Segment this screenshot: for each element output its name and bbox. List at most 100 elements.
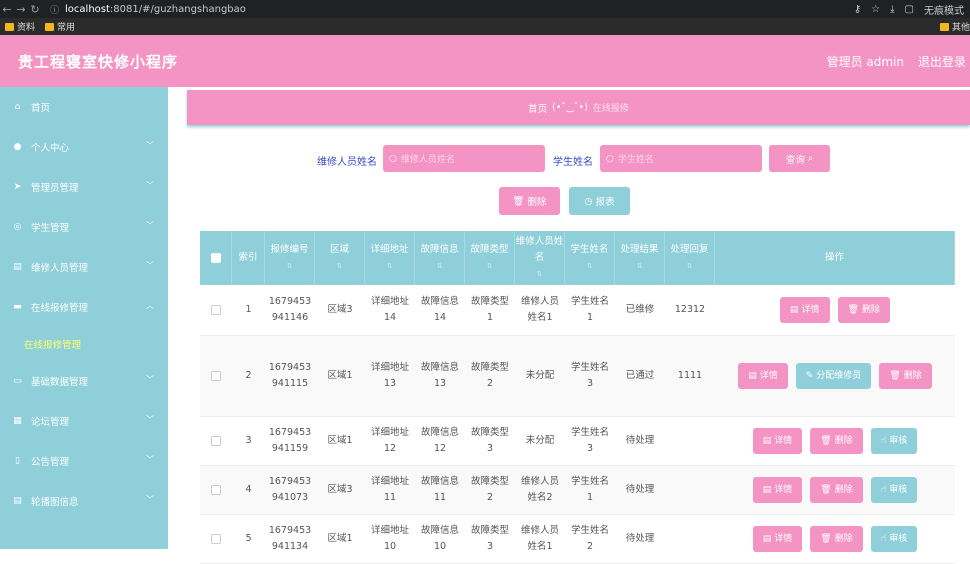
audit-button[interactable]: ☝ 审核 xyxy=(870,428,918,454)
sidebar-item-label: 基础数据管理 xyxy=(31,377,89,388)
row-checkbox[interactable] xyxy=(200,515,232,563)
reload-icon[interactable]: ↻ xyxy=(28,3,42,16)
cell-repairer: 维修人员姓名2 xyxy=(520,476,559,503)
student-name-input[interactable]: ○ 学生姓名 xyxy=(600,145,762,172)
detail-button[interactable]: ▤ 详情 xyxy=(752,477,803,503)
batch-delete-button[interactable]: 🗑 删除 xyxy=(499,187,560,215)
url-host: localhost xyxy=(65,3,110,15)
column-header[interactable]: 处理回复 ⇅ xyxy=(665,231,715,285)
url-path: :8081/#/guzhangshangbao xyxy=(109,3,246,15)
action-label: 详情 xyxy=(774,534,793,544)
detail-icon: ▤ xyxy=(748,371,757,381)
repairer-name-label: 维修人员姓名 xyxy=(317,157,377,168)
row-checkbox[interactable] xyxy=(200,285,232,335)
delete-button[interactable]: 🗑 删除 xyxy=(879,363,932,389)
sidebar-item-8[interactable]: ▯ 公告管理 ﹀ xyxy=(0,441,168,481)
delete-button[interactable]: 🗑 删除 xyxy=(810,428,863,454)
sort-icon: ⇅ xyxy=(286,262,293,270)
sidebar-item-6[interactable]: ▭ 基础数据管理 ﹀ xyxy=(0,361,168,401)
sidebar: ⌂ 首页 ● 个人中心 ﹀ ➤ 管理员管理 ﹀ ◎ 学生管理 ﹀ ▤ 维修人员管理 ﹀ ▬ 在线报修管理 ︿ 在线… xyxy=(0,87,168,549)
address-bar[interactable]: localhost:8081/#/guzhangshangbao xyxy=(65,4,246,15)
column-header-label: 报修编号 xyxy=(270,244,309,255)
sidebar-item-4[interactable]: ▤ 维修人员管理 ﹀ xyxy=(0,247,168,287)
column-header[interactable]: 维修人员姓名 ⇅ xyxy=(515,231,565,285)
search-icon: ○ xyxy=(606,153,614,164)
column-header[interactable]: 区域 ⇅ xyxy=(315,231,365,285)
assign-icon: ✎ xyxy=(805,371,814,381)
breadcrumb-home[interactable]: 首页 xyxy=(528,101,547,115)
column-header[interactable]: 报修编号 ⇅ xyxy=(265,231,315,285)
bookmark-folder-0[interactable]: 资料 xyxy=(17,20,35,33)
action-label: 审核 xyxy=(889,485,908,495)
sort-icon: ⇅ xyxy=(486,262,493,270)
column-header[interactable]: 学生姓名 ⇅ xyxy=(565,231,615,285)
star-icon[interactable]: ☆ xyxy=(871,4,880,15)
audit-button[interactable]: ☝ 审核 xyxy=(870,477,918,503)
cell-info: 故障信息12 xyxy=(420,427,459,454)
column-header[interactable]: 详细地址 ⇅ xyxy=(365,231,415,285)
cell-student: 学生姓名2 xyxy=(570,525,609,552)
folder-icon xyxy=(45,22,55,31)
detail-button[interactable]: ▤ 详情 xyxy=(752,428,803,454)
action-label: 删除 xyxy=(834,436,853,446)
sidebar-item-9[interactable]: ▤ 轮播图信息 ﹀ xyxy=(0,481,168,521)
forward-icon[interactable]: → xyxy=(14,3,28,16)
bookmark-folder-1[interactable]: 常用 xyxy=(57,20,75,33)
row-checkbox[interactable] xyxy=(200,466,232,514)
search-icon: ○ xyxy=(389,153,397,164)
column-header[interactable]: 故障信息 ⇅ xyxy=(415,231,465,285)
sidebar-item-5[interactable]: ▬ 在线报修管理 ︿ xyxy=(0,287,168,327)
column-header[interactable]: 处理结果 ⇅ xyxy=(615,231,665,285)
audit-button[interactable]: ☝ 审核 xyxy=(870,526,918,552)
detail-button[interactable]: ▤ 详情 xyxy=(780,297,830,323)
detail-button[interactable]: ▤ 详情 xyxy=(752,526,803,552)
logout-link[interactable]: 退出登录 xyxy=(918,53,966,70)
sort-icon: ⇅ xyxy=(386,262,393,270)
key-icon[interactable]: ⚷ xyxy=(854,4,861,15)
delete-button[interactable]: 🗑 删除 xyxy=(810,526,863,552)
action-label: 审核 xyxy=(889,534,908,544)
sidebar-item-2[interactable]: ➤ 管理员管理 ﹀ xyxy=(0,167,168,207)
checkbox-icon xyxy=(211,436,221,446)
cell-no: 1679453941146 xyxy=(268,296,312,323)
delete-button[interactable]: 🗑 删除 xyxy=(810,477,863,503)
cell-repairer: 未分配 xyxy=(525,435,555,446)
row-checkbox[interactable] xyxy=(200,336,232,416)
column-header: 操作 xyxy=(715,231,955,285)
breadcrumb-emoticon: (•ˇ‿ˇ•) xyxy=(552,102,588,113)
select-all-checkbox[interactable] xyxy=(200,231,232,285)
repairer-name-placeholder: 维修人员姓名 xyxy=(400,155,455,165)
detail-button[interactable]: ▤ 详情 xyxy=(738,363,788,389)
column-header[interactable]: 故障类型 ⇅ xyxy=(465,231,515,285)
search-form: 维修人员姓名 ○ 维修人员姓名 学生姓名 ○ 学生姓名 查询 ⌕ xyxy=(168,145,970,173)
submenu-item-active[interactable]: 在线报修管理 xyxy=(0,327,168,361)
sidebar-item-7[interactable]: ▦ 论坛管理 ﹀ xyxy=(0,401,168,441)
delete-button[interactable]: 🗑 删除 xyxy=(837,297,890,323)
action-label: 详情 xyxy=(774,436,793,446)
assign-repairer-button[interactable]: ✎ 分配维修员 xyxy=(795,363,872,389)
cell-student: 学生姓名1 xyxy=(570,296,609,323)
sidebar-item-3[interactable]: ◎ 学生管理 ﹀ xyxy=(0,207,168,247)
cell-addr: 详细地址13 xyxy=(370,362,409,389)
info-icon[interactable]: ⓘ xyxy=(50,3,59,16)
cell-reply xyxy=(665,417,715,465)
clock-icon: ◷ xyxy=(584,195,593,207)
cell-no: 1679453941073 xyxy=(268,476,312,503)
repairer-name-input[interactable]: ○ 维修人员姓名 xyxy=(383,145,545,172)
table-row: 3 1679453941159 区域1 详细地址12 故障信息12 故障类型3 未分配 学生姓… xyxy=(200,417,955,466)
cell-result: 待处理 xyxy=(625,533,655,544)
column-header-label: 故障类型 xyxy=(470,244,509,255)
back-icon[interactable]: ← xyxy=(0,3,14,16)
sidebar-item-label: 学生管理 xyxy=(31,223,70,234)
cell-addr: 详细地址14 xyxy=(370,296,409,323)
sidebar-item-1[interactable]: ● 个人中心 ﹀ xyxy=(0,127,168,167)
report-button[interactable]: ◷ 报表 xyxy=(569,187,630,215)
download-icon[interactable]: ⤓ xyxy=(890,4,894,15)
query-button[interactable]: 查询 ⌕ xyxy=(769,145,830,172)
row-checkbox[interactable] xyxy=(200,417,232,465)
sidebar-item-0[interactable]: ⌂ 首页 xyxy=(0,87,168,127)
bookmark-other[interactable]: 其他 xyxy=(952,20,970,33)
window-icon[interactable]: ▢ xyxy=(905,4,914,15)
checkbox-icon xyxy=(210,253,221,263)
incognito-label[interactable]: 无痕模式 xyxy=(924,2,964,17)
